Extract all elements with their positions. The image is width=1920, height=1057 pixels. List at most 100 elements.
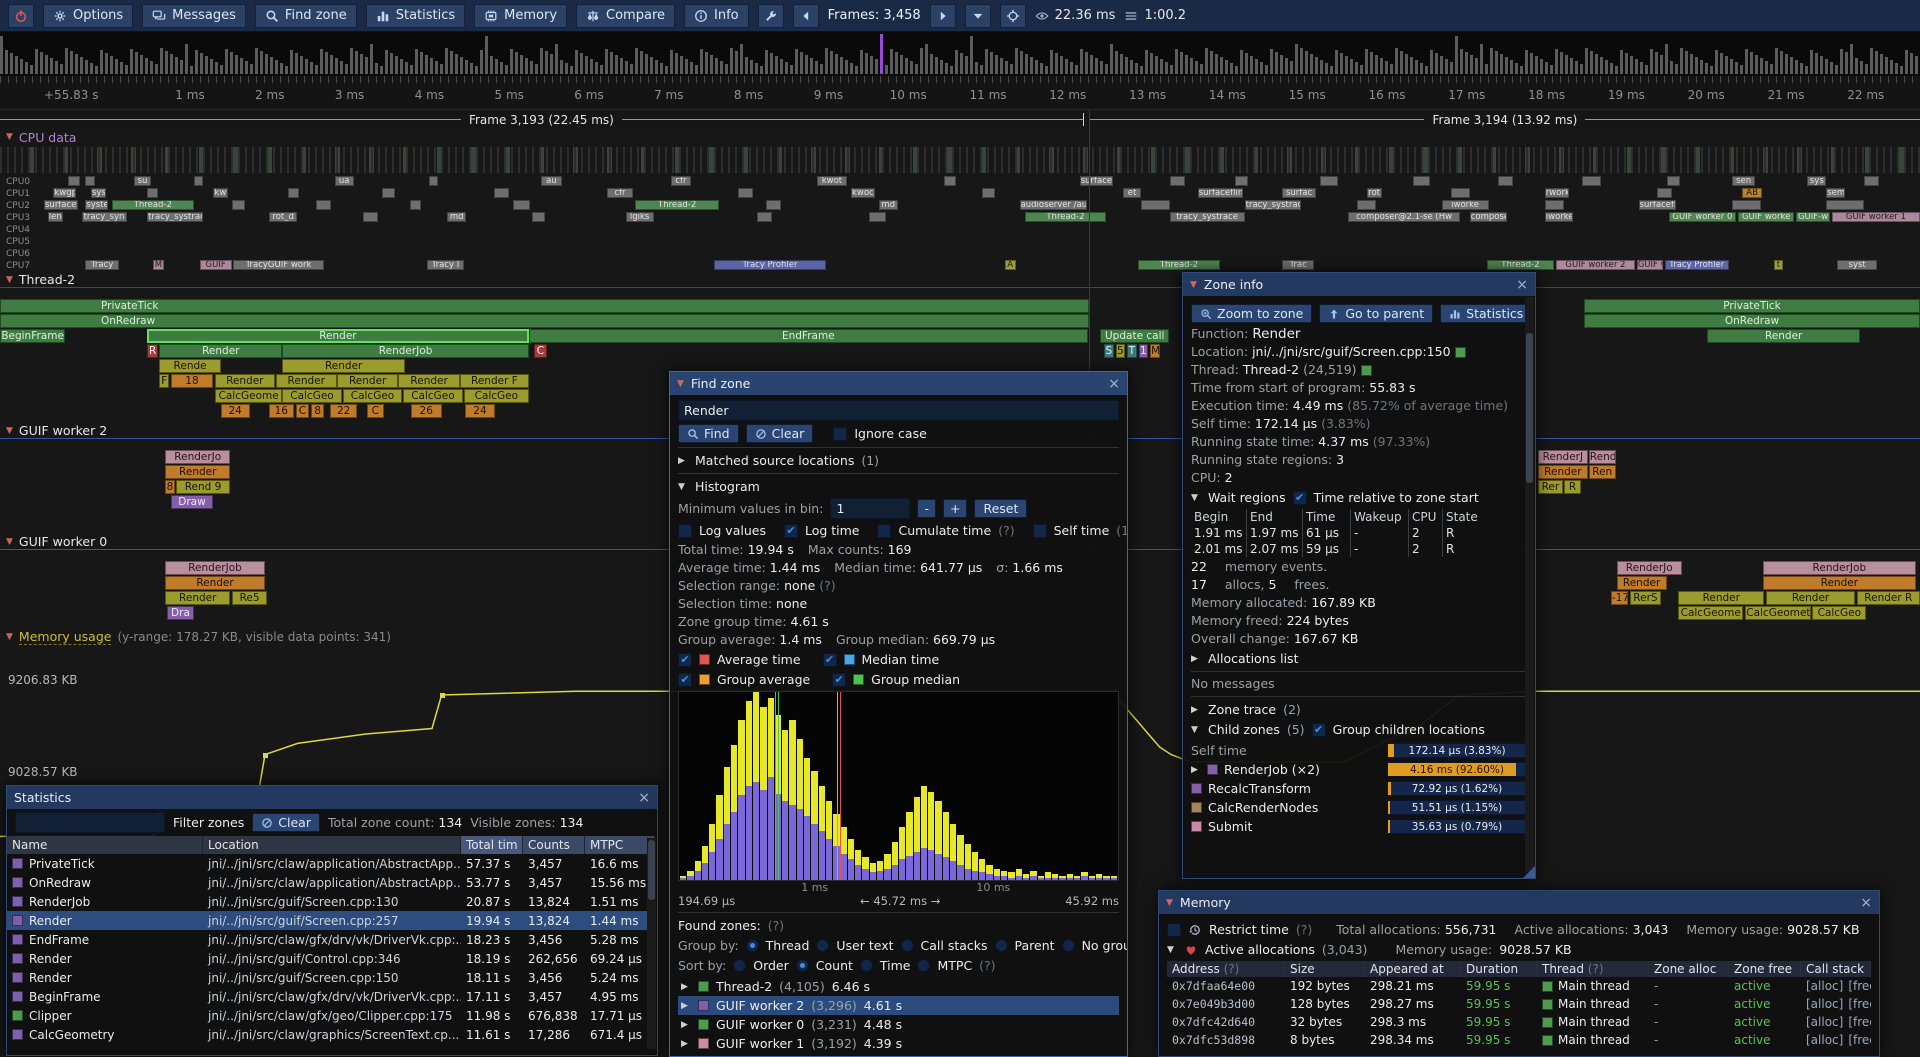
timeline-zone[interactable]: Render [276, 374, 337, 388]
allocation-address[interactable]: 0x7dfc42d640 [1167, 1013, 1285, 1031]
cpu-zone[interactable]: GUIF worker 1 [1832, 212, 1920, 222]
median-time-checkbox[interactable]: ✔ [823, 653, 837, 667]
timeline-zone[interactable]: Render [165, 591, 230, 605]
next-frame-button[interactable] [930, 4, 956, 28]
timeline-zone[interactable]: CalcGeome [1678, 606, 1743, 620]
cpu-zone[interactable] [1667, 176, 1680, 186]
timeline-zone[interactable]: Rer [1538, 480, 1563, 494]
expand-icon[interactable]: ▶ [678, 456, 688, 466]
active-allocations-header[interactable]: ▼ Active allocations (3,043) Memory usag… [1167, 941, 1871, 958]
timeline-zone[interactable]: 26 [411, 404, 442, 418]
toolbar-button-statistics[interactable]: Statistics [366, 4, 465, 28]
resize-grip[interactable] [1523, 866, 1535, 878]
cpu-zone[interactable]: surfacefl [44, 200, 78, 210]
collapse-icon[interactable]: ▼ [6, 132, 13, 142]
cpu-zone[interactable]: Tracy Profiler [714, 260, 827, 270]
allocation-appeared[interactable]: 298.21 ms [1365, 977, 1461, 995]
allocation-address[interactable]: 0x7e049b3d00 [1167, 995, 1285, 1013]
cpu-zone[interactable] [1545, 200, 1564, 210]
call-stack-free-link[interactable]: [free] [1848, 979, 1871, 993]
cpu-zone[interactable] [944, 176, 955, 186]
timeline-zone[interactable]: Rende [159, 359, 220, 373]
cpu-zone[interactable]: tracy_systrace [1245, 200, 1301, 210]
clear-button[interactable]: Clear [746, 424, 814, 443]
timeline-zone[interactable]: R [147, 344, 159, 358]
cpu-zone[interactable] [1320, 176, 1339, 186]
frame-marker[interactable]: Frame 3,193 (22.45 ms) [0, 110, 1083, 129]
timeline-zone[interactable]: RenderJob [165, 561, 265, 575]
cpu-zone[interactable] [1582, 176, 1601, 186]
timeline-zone[interactable]: CalcGeo [403, 389, 463, 403]
timeline-zone[interactable]: Render [147, 329, 529, 343]
cpu-zone[interactable]: sys [1807, 176, 1826, 186]
child-zone-row[interactable]: CalcRenderNodes51.51 μs (1.15%) [1191, 798, 1527, 817]
cpu-zone[interactable]: rworke [1545, 188, 1569, 198]
cpu-zone[interactable]: surface [1080, 176, 1114, 186]
min-bin-input[interactable] [830, 498, 910, 519]
find-zone-titlebar[interactable]: ▼ Find zone × [670, 372, 1127, 395]
go-to-parent-button[interactable]: Go to parent [1319, 304, 1433, 323]
cpu-zone[interactable] [1357, 200, 1376, 210]
child-zone-row[interactable]: RecalcTransform72.92 μs (1.62%) [1191, 779, 1527, 798]
timeline-zone[interactable]: 24 [221, 404, 250, 418]
column-header-location[interactable]: Location [203, 836, 461, 854]
self-time-checkbox[interactable] [1033, 524, 1047, 538]
memory-titlebar[interactable]: ▼ Memory × [1159, 891, 1879, 914]
reset-button[interactable]: Reset [974, 499, 1027, 518]
collapse-icon[interactable]: ▼ [6, 275, 13, 285]
cpu-zone[interactable]: rot [1367, 188, 1382, 198]
collapse-icon[interactable]: ▼ [678, 482, 688, 492]
increment-button[interactable]: + [943, 499, 967, 518]
timeline-zone[interactable]: 22 [330, 404, 357, 418]
cpu-zone[interactable]: sem [1826, 188, 1845, 198]
cpu-zone[interactable]: md [447, 212, 466, 222]
cpu-zone[interactable]: kwoc [851, 188, 875, 198]
cpu-zone[interactable]: kw [213, 188, 228, 198]
expand-icon[interactable]: ▶ [681, 982, 691, 992]
cpu-zone[interactable]: Tracy [85, 260, 119, 270]
cpu-zone[interactable]: syste [85, 200, 108, 210]
call-stack-free-link[interactable]: [free] [1848, 1015, 1871, 1029]
timeline-zone[interactable]: Render [159, 344, 282, 358]
expand-icon[interactable]: ▶ [1191, 705, 1201, 715]
cpu-zone[interactable] [982, 188, 995, 198]
timeline-zone[interactable]: Render F [460, 374, 529, 388]
timeline-zone[interactable]: Dra [167, 606, 194, 620]
timeline-zone[interactable]: C [367, 404, 384, 418]
power-button[interactable] [8, 4, 34, 28]
collapse-icon[interactable]: ▼ [677, 379, 684, 389]
toolbar-button-messages[interactable]: Messages [142, 4, 246, 28]
collapse-icon[interactable]: ▼ [1191, 725, 1201, 735]
cpu-zone[interactable] [363, 212, 378, 222]
cpu-zone[interactable]: surfac [1282, 188, 1316, 198]
timeline-zone[interactable]: RenderJob [1763, 561, 1917, 575]
cpu-zone[interactable]: tracy_syn [82, 212, 127, 222]
frame-markers[interactable]: Frame 3,193 (22.45 ms)Frame 3,194 (13.92… [0, 110, 1920, 129]
cpu-zone[interactable]: sys [91, 188, 106, 198]
timeline-zone[interactable]: CalcGeo [343, 389, 403, 403]
timeline-zone[interactable]: S [1104, 344, 1114, 358]
toolbar-button-info[interactable]: Info [684, 4, 749, 28]
time-relative-checkbox[interactable]: ✔ [1293, 491, 1307, 505]
timeline-zone[interactable]: CalcGeo [282, 389, 342, 403]
cpu-zone[interactable]: sen [1732, 176, 1755, 186]
zone-statistics-button[interactable]: Statistics [1440, 304, 1532, 323]
cpu-zone[interactable]: iworke [1442, 200, 1489, 210]
cpu-zone[interactable] [757, 212, 772, 222]
cpu-zone[interactable]: GUIF w [1637, 260, 1663, 270]
cpu-zone[interactable]: kwgpr [53, 188, 76, 198]
child-zone-row[interactable]: Submit35.63 μs (0.79%) [1191, 817, 1527, 836]
cpu-zone[interactable] [1826, 200, 1864, 210]
cpu-data-header[interactable]: ▼ CPU data [0, 129, 1920, 145]
group-by-call-stacks-radio[interactable] [901, 939, 914, 952]
histogram-section-row[interactable]: ▼ Histogram [678, 478, 1119, 495]
timeline-zone[interactable]: Render [282, 359, 405, 373]
timeline-zone[interactable]: 24 [465, 404, 496, 418]
cpu-zone[interactable]: composer@ [1470, 212, 1508, 222]
find-zone-search-input[interactable] [678, 400, 1119, 421]
cpu-zone[interactable]: md [879, 200, 898, 210]
cpu-zone[interactable] [1141, 200, 1169, 210]
scrollbar[interactable] [647, 838, 656, 1049]
column-header-zone-alloc[interactable]: Zone alloc [1649, 961, 1729, 977]
timeline-zone[interactable]: T [1127, 344, 1137, 358]
